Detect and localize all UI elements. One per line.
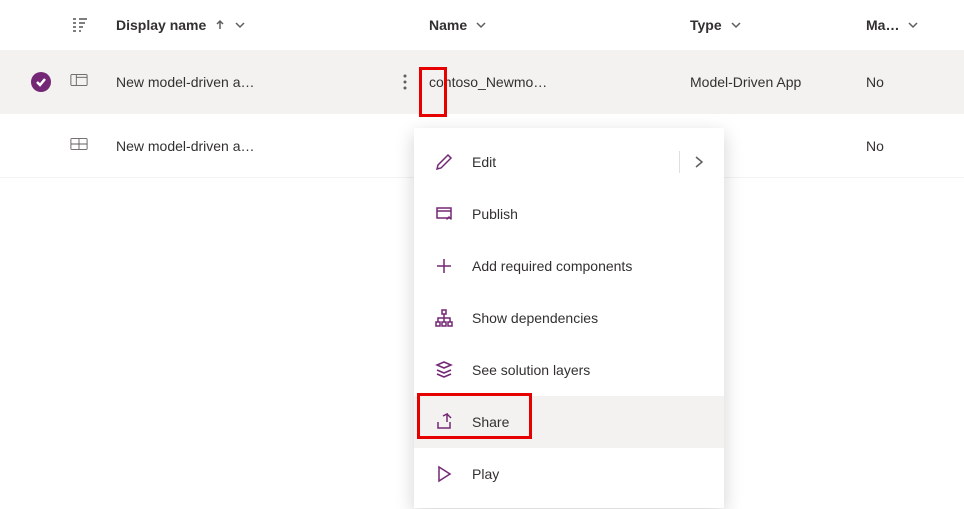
model-driven-app-icon xyxy=(70,73,88,90)
edit-icon xyxy=(434,153,454,171)
display-name-cell: New model-driven a… xyxy=(116,66,429,98)
display-name-text: New model-driven a… xyxy=(116,74,381,90)
menu-item-share[interactable]: Share xyxy=(414,396,724,448)
submenu-indicator[interactable] xyxy=(679,151,704,173)
menu-item-show-dependencies[interactable]: Show dependencies xyxy=(414,292,724,344)
more-actions-button[interactable] xyxy=(389,66,421,98)
column-header-label: Display name xyxy=(116,17,206,33)
menu-item-label: Show dependencies xyxy=(472,310,598,326)
display-name-text: New model-driven a… xyxy=(116,138,381,154)
play-icon xyxy=(434,465,454,483)
display-name-cell: New model-driven a… xyxy=(116,130,429,162)
table-row[interactable]: New model-driven a… contoso_Newmo… Model… xyxy=(0,50,964,114)
dependencies-icon xyxy=(434,309,454,327)
chevron-down-icon xyxy=(234,19,246,31)
column-header-managed[interactable]: Ma… xyxy=(866,17,952,33)
menu-item-edit[interactable]: Edit xyxy=(414,136,724,188)
row-type-icon-cell xyxy=(70,73,116,90)
layers-icon xyxy=(434,361,454,379)
menu-item-play[interactable]: Play xyxy=(414,448,724,500)
menu-item-label: Share xyxy=(472,414,509,430)
chevron-down-icon xyxy=(475,19,487,31)
menu-item-label: Publish xyxy=(472,206,518,222)
chevron-down-icon xyxy=(730,19,742,31)
managed-cell: No xyxy=(866,74,952,90)
column-header-sort-icon[interactable] xyxy=(70,15,116,35)
menu-item-label: Play xyxy=(472,466,499,482)
column-header-name[interactable]: Name xyxy=(429,17,690,33)
menu-item-label: See solution layers xyxy=(472,362,590,378)
plus-icon xyxy=(434,257,454,275)
column-header-label: Type xyxy=(690,17,722,33)
name-cell: contoso_Newmo… xyxy=(429,74,690,90)
selected-check-icon xyxy=(31,72,51,92)
chevron-down-icon xyxy=(907,19,919,31)
publish-icon xyxy=(434,205,454,223)
column-header-display-name[interactable]: Display name xyxy=(116,17,429,33)
menu-item-solution-layers[interactable]: See solution layers xyxy=(414,344,724,396)
divider xyxy=(679,151,680,173)
column-header-type[interactable]: Type xyxy=(690,17,866,33)
column-header-label: Name xyxy=(429,17,467,33)
menu-item-add-components[interactable]: Add required components xyxy=(414,240,724,292)
managed-cell: No xyxy=(866,138,952,154)
share-icon xyxy=(434,413,454,431)
type-cell: Model-Driven App xyxy=(690,74,866,90)
column-header-label: Ma… xyxy=(866,17,899,33)
row-type-icon-cell xyxy=(70,137,116,154)
sort-asc-icon xyxy=(214,19,226,31)
menu-item-label: Edit xyxy=(472,154,496,170)
model-driven-app-icon xyxy=(70,137,88,154)
menu-item-publish[interactable]: Publish xyxy=(414,188,724,240)
menu-item-label: Add required components xyxy=(472,258,632,274)
table-header-row: Display name Name Type Ma… xyxy=(0,0,964,50)
row-context-menu: Edit Publish Add required components Sho… xyxy=(414,128,724,508)
row-select[interactable] xyxy=(12,72,70,92)
chevron-right-icon xyxy=(694,155,704,169)
